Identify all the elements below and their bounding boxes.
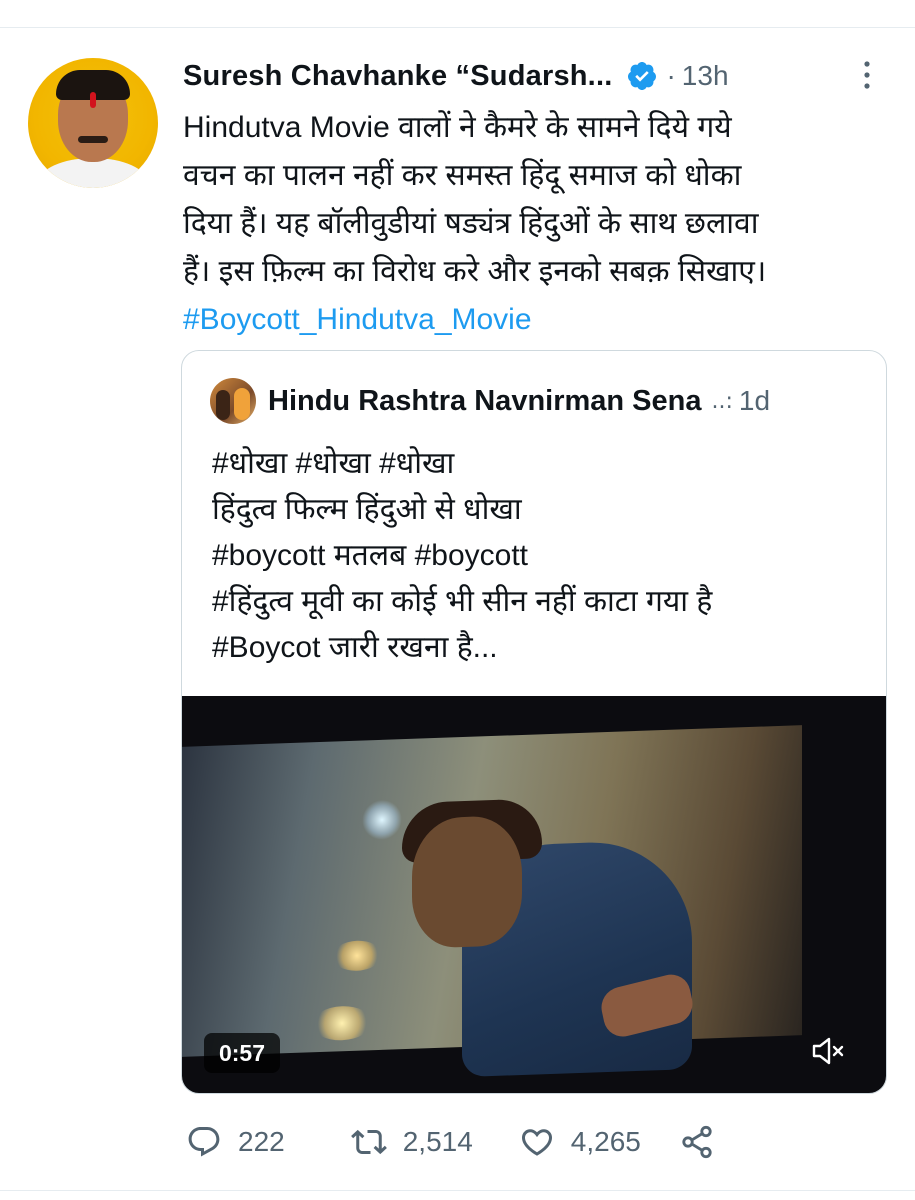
tweet-text-line: Hindutva Movie वालों ने कैमरे के सामने द…: [183, 111, 732, 144]
author-avatar[interactable]: [28, 58, 158, 188]
tweet-text: Hindutva Movie वालों ने कैमरे के सामने द…: [183, 104, 873, 344]
more-options-icon[interactable]: [858, 58, 876, 92]
author-name[interactable]: Suresh Chavhanke “Sudarsh...: [183, 60, 612, 93]
hashtag-link[interactable]: #Boycott_Hindutva_Movie: [183, 296, 873, 344]
top-divider: [0, 27, 915, 28]
quoted-text-line: #boycott मतलब #boycott: [212, 539, 528, 572]
tweet-actions: 222 2,514 4,265: [186, 1118, 715, 1166]
quoted-tweet-header: Hindu Rashtra Navnirman Sena ..: 1d: [210, 378, 870, 424]
retweet-count: 2,514: [402, 1126, 473, 1157]
retweet-button[interactable]: 2,514: [350, 1124, 473, 1160]
retweet-icon: [350, 1129, 387, 1155]
video-frame: [182, 725, 802, 1078]
tweet-text-line: वचन का पालन नहीं कर समस्त हिंदू समाज को …: [183, 159, 742, 192]
reply-count: 222: [238, 1126, 285, 1157]
speaker-muted-icon[interactable]: [806, 1029, 850, 1073]
tweet-text-line: हैं। इस फ़िल्म का विरोध करे और इनको सबक़…: [183, 255, 767, 288]
heart-icon: [521, 1129, 552, 1156]
quoted-badge: ..:: [711, 388, 733, 414]
avatar-mustache: [78, 136, 108, 143]
quoted-time: 1d: [738, 385, 771, 416]
share-button[interactable]: [679, 1124, 715, 1160]
video-player[interactable]: 0:57: [182, 696, 886, 1093]
tweet-header: Suresh Chavhanke “Sudarsh... · 13h: [183, 56, 883, 96]
avatar-tilak: [90, 92, 96, 108]
quoted-text-line: #Boycot जारी रखना है...: [212, 631, 498, 664]
share-icon: [682, 1125, 712, 1159]
tweet-time[interactable]: 13h: [682, 60, 729, 92]
video-duration: 0:57: [204, 1033, 280, 1073]
quoted-text-line: हिंदुत्व फिल्म हिंदुओ से धोखा: [212, 493, 522, 526]
reply-button[interactable]: 222: [186, 1124, 285, 1160]
quoted-author-avatar: [210, 378, 256, 424]
like-button[interactable]: 4,265: [519, 1124, 641, 1160]
quoted-text: #धोखा #धोखा #धोखा हिंदुत्व फिल्म हिंदुओ …: [212, 441, 872, 671]
quoted-author-name: Hindu Rashtra Navnirman Sena: [268, 384, 702, 417]
quoted-text-line: #धोखा #धोखा #धोखा: [212, 447, 455, 480]
bottom-divider: [0, 1190, 915, 1191]
avatar-shirt: [38, 158, 148, 188]
quoted-text-line: #हिंदुत्व मूवी का कोई भी सीन नहीं काटा ग…: [212, 585, 713, 618]
header-separator: ·: [666, 60, 676, 91]
quoted-tweet[interactable]: Hindu Rashtra Navnirman Sena ..: 1d #धोख…: [181, 350, 887, 1094]
tweet-text-line: दिया हैं। यह बॉलीवुडीयां षड्यंत्र हिंदुओ…: [183, 207, 759, 240]
reply-icon: [188, 1127, 220, 1157]
verified-badge-icon: [628, 62, 657, 90]
like-count: 4,265: [570, 1126, 641, 1157]
